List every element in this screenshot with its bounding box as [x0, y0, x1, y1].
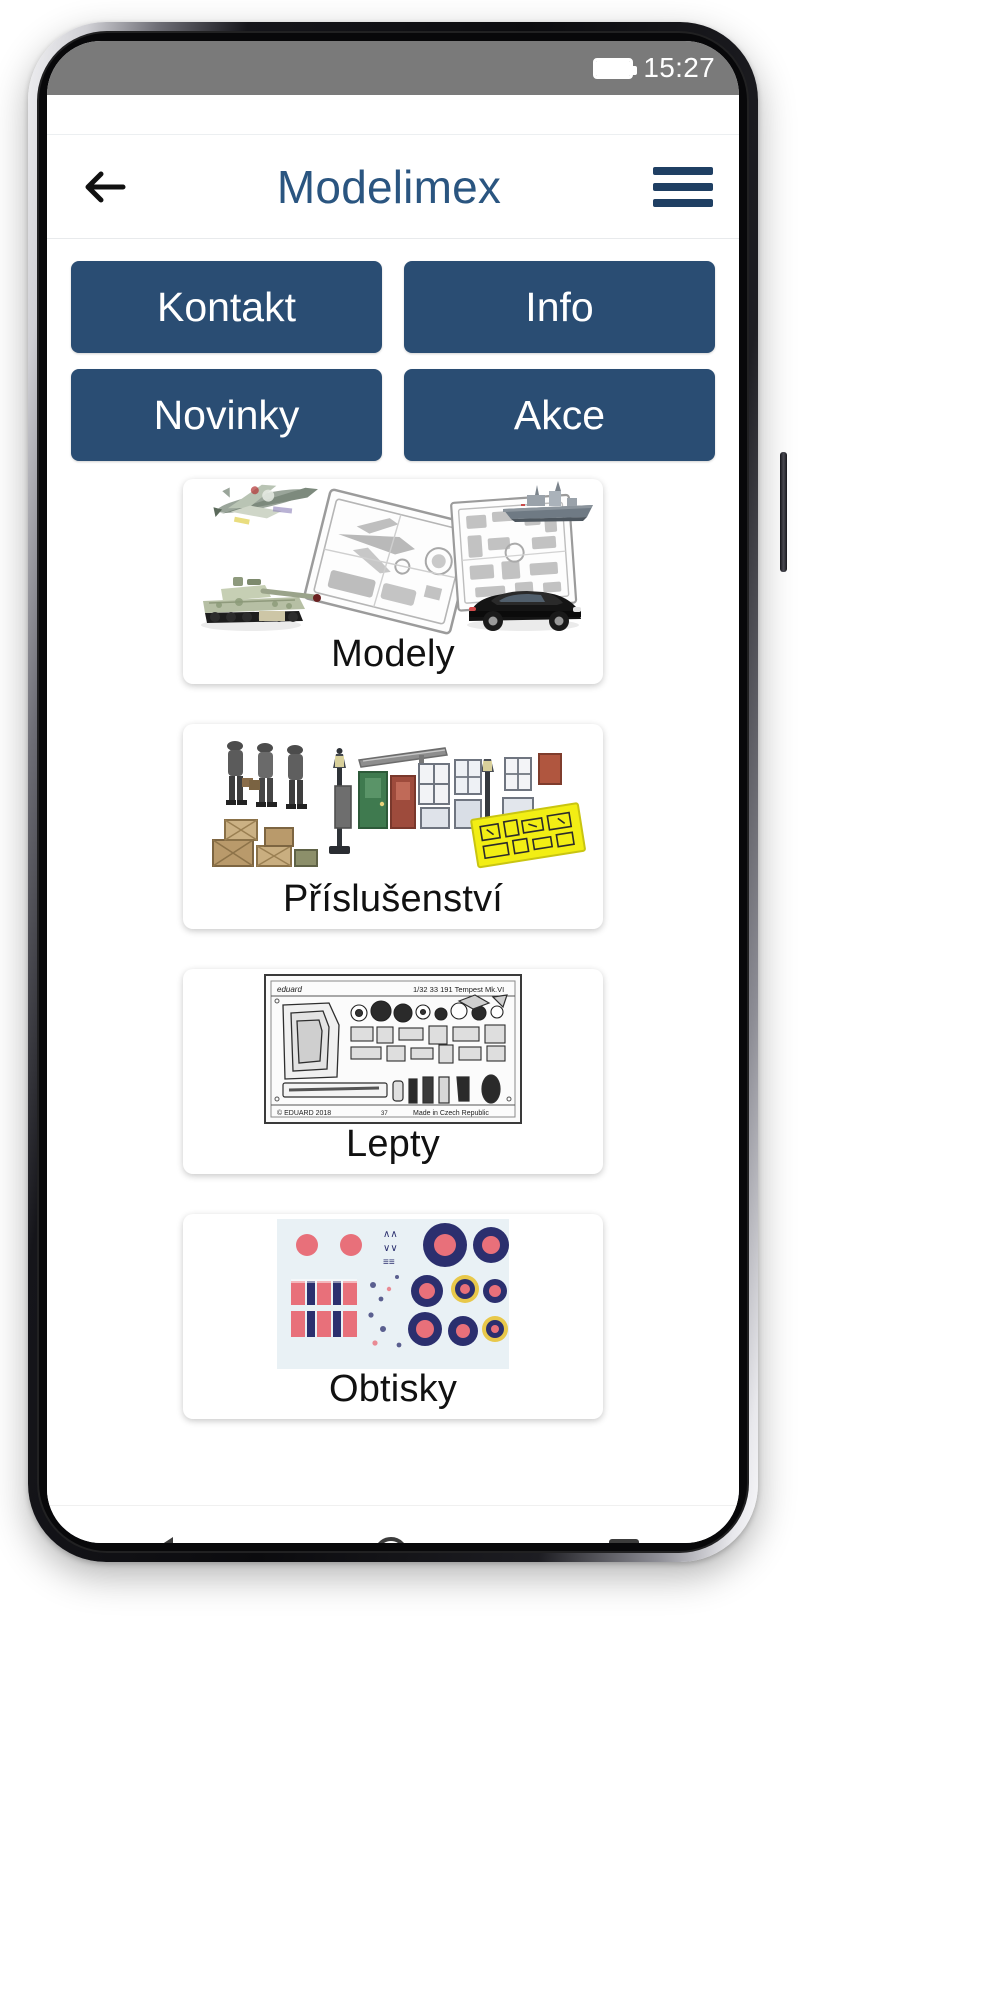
category-card-modely[interactable]: Modely: [183, 479, 603, 684]
battery-icon: [593, 57, 638, 79]
category-card-label: Příslušenství: [282, 878, 504, 920]
phone-screen: 15:27 Modelimex Kontakt Info Novinky Akc…: [47, 41, 739, 1543]
nav-button-kontakt[interactable]: Kontakt: [71, 261, 382, 353]
system-navigation-bar: [47, 1505, 739, 1543]
system-home-button[interactable]: [373, 1536, 408, 1543]
phone-frame: 15:27 Modelimex Kontakt Info Novinky Akc…: [28, 22, 787, 1562]
nav-button-info[interactable]: Info: [404, 261, 715, 353]
nav-button-label: Novinky: [153, 391, 300, 438]
svg-text:≡≡: ≡≡: [383, 1257, 395, 1268]
category-card-label: Lepty: [346, 1123, 440, 1165]
decals-sheet-illustration: ∧∧ ∨∨ ≡≡: [183, 1214, 603, 1374]
hamburger-menu-icon[interactable]: [653, 160, 713, 214]
svg-text:∨∨: ∨∨: [383, 1243, 398, 1254]
browser-chrome-strip: [47, 95, 739, 135]
decal-disc: [296, 1234, 318, 1256]
nav-button-akce[interactable]: Akce: [404, 369, 715, 461]
airplane-model: [213, 484, 318, 525]
nav-button-label: Kontakt: [156, 283, 297, 330]
system-recents-button[interactable]: [608, 1538, 639, 1543]
status-bar: 15:27: [47, 41, 739, 95]
stripes: [291, 1279, 357, 1337]
crates: [212, 819, 318, 867]
figures: [226, 741, 307, 809]
nav-button-label: Akce: [513, 391, 606, 438]
sheet-part-number: 1/32 33 191 Tempest Mk.VI: [413, 985, 504, 994]
app-bar: Modelimex: [47, 135, 739, 239]
category-card-obtisky[interactable]: ∧∧ ∨∨ ≡≡ Obtisky: [183, 1214, 603, 1419]
category-card-label: Modely: [331, 633, 455, 675]
page-title: Modelimex: [276, 160, 502, 213]
model-kits-illustration: [183, 479, 603, 639]
screenshot-stage: 15:27 Modelimex Kontakt Info Novinky Akc…: [0, 0, 1000, 2000]
accessories-illustration: [183, 724, 603, 884]
power-button[interactable]: [780, 452, 787, 572]
sheet-origin: Made in Czech Republic: [413, 1110, 489, 1117]
category-card-prislusenstvi[interactable]: Příslušenství: [183, 724, 603, 929]
nav-button-label: Info: [525, 283, 594, 330]
sheet-brand: eduard: [277, 985, 302, 994]
status-bar-clock: 15:27: [643, 52, 715, 83]
system-back-button[interactable]: [147, 1536, 174, 1543]
nav-button-novinky[interactable]: Novinky: [71, 369, 382, 461]
category-card-list: Modely Příslušenství eduard 1/32 33 191 …: [47, 461, 739, 1419]
category-card-label: Obtisky: [328, 1368, 458, 1410]
svg-text:∧∧: ∧∧: [383, 1229, 398, 1240]
quick-nav-grid: Kontakt Info Novinky Akce: [47, 255, 739, 461]
sheet-footer-number: 37: [381, 1111, 388, 1117]
sheet-copyright: © EDUARD 2018: [277, 1109, 331, 1117]
category-card-lepty[interactable]: eduard 1/32 33 191 Tempest Mk.VI © EDUAR…: [183, 969, 603, 1174]
tank-model: [201, 577, 321, 631]
page-content: Kontakt Info Novinky Akce Modely Přísluš…: [47, 239, 739, 1505]
photo-etched-sheet-illustration: eduard 1/32 33 191 Tempest Mk.VI © EDUAR…: [183, 969, 603, 1129]
